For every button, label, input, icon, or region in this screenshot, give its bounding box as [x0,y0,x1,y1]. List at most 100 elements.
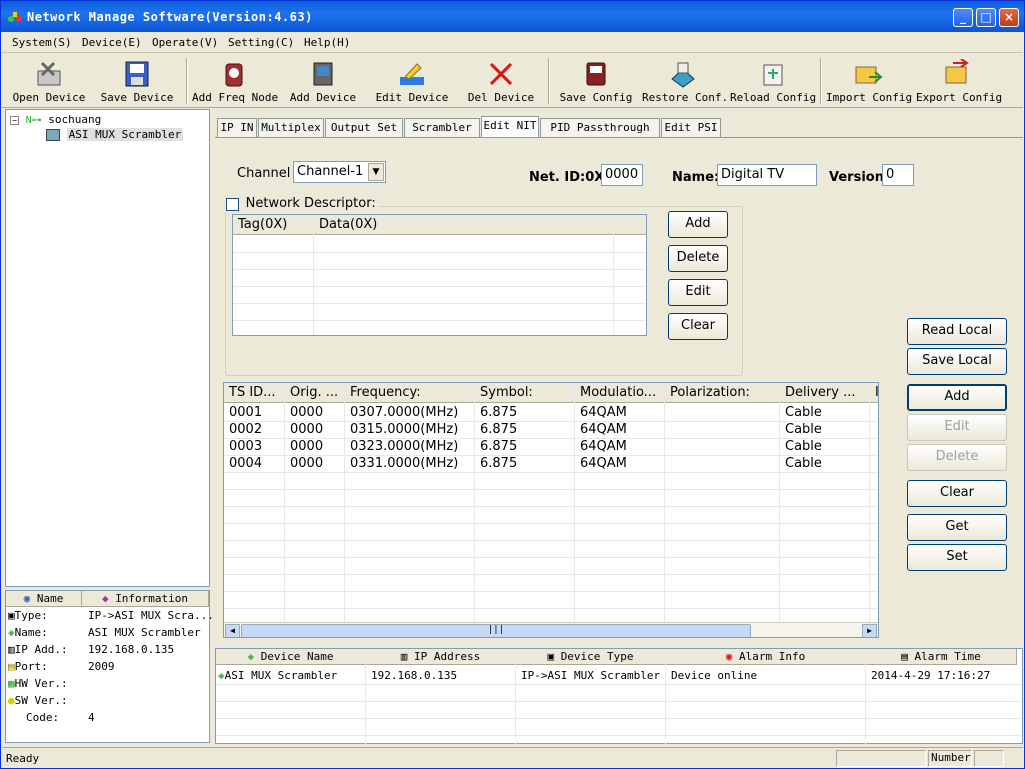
col-tag[interactable]: Tag(0X) [233,215,314,235]
col-extra[interactable]: I [870,383,878,403]
grid-line [665,649,666,745]
add-device-button[interactable]: Add Device [288,56,358,106]
export-config-icon [945,59,969,84]
grid-line [216,718,1022,719]
network-descriptor-legend: Network Descriptor: [223,196,379,211]
hardware-icon: ▦ [8,677,15,690]
collapse-icon[interactable]: − [10,115,19,125]
menu-device[interactable]: Device(E) [82,36,142,49]
info-row-name: ◈Name: ASI MUX Scrambler [8,626,201,639]
import-config-icon [855,66,883,84]
col-polarization[interactable]: Polarization: [665,383,780,403]
horizontal-scrollbar[interactable]: ◀ ||| ▶ [224,622,878,637]
info-row-port: ▤Port: 2009 [8,660,115,673]
tree-root-node[interactable]: − N⊶ sochuang [10,113,101,126]
tab-edit-nit[interactable]: Edit NIT [481,116,539,138]
col-delivery[interactable]: Delivery ... [780,383,870,403]
save-config-button[interactable]: Save Config [558,56,634,106]
restore-config-button[interactable]: Restore Conf. [642,56,728,106]
col-symbol[interactable]: Symbol: [475,383,575,403]
ts-grid[interactable]: TS ID... Orig. ... Frequency: Symbol: Mo… [223,382,879,638]
channel-select[interactable]: Channel-1 ▼ [293,161,386,183]
col-device-name[interactable]: ◈ Device Name [216,649,366,665]
menu-help[interactable]: Help(H) [304,36,350,49]
maximize-button[interactable]: □ [976,8,996,27]
grid-line [865,649,866,745]
port-icon: ▤ [8,660,15,673]
menu-operate[interactable]: Operate(V) [152,36,218,49]
info-header-information[interactable]: ◆ Information [82,591,209,607]
save-device-button[interactable]: Save Device [100,56,174,106]
del-device-button[interactable]: Del Device [464,56,538,106]
clear-button[interactable]: Clear [907,480,1007,507]
col-device-type[interactable]: ▣ Device Type [516,649,666,665]
alarm-list[interactable]: ◈ Device Name ▥ IP Address ▣ Device Type… [215,648,1023,745]
get-button[interactable]: Get [907,514,1007,541]
app-window: Network Manage Software(Version:4.63) _ … [0,0,1025,769]
col-orig[interactable]: Orig. ... [285,383,345,403]
col-ip-address[interactable]: ▥ IP Address [366,649,516,665]
edit-button[interactable]: Edit [907,414,1007,441]
tab-output-set[interactable]: Output Set [325,118,403,137]
scroll-thumb[interactable]: ||| [241,624,751,637]
scroll-right-icon[interactable]: ▶ [862,624,877,637]
col-data[interactable]: Data(0X) [314,215,614,235]
dropdown-arrow-icon[interactable]: ▼ [368,163,384,181]
close-button[interactable]: × [999,8,1019,27]
tab-multiplex[interactable]: Multiplex [258,118,324,137]
version-input[interactable]: 0 [882,164,914,186]
delete-button[interactable]: Delete [907,444,1007,471]
save-local-button[interactable]: Save Local [907,348,1007,375]
read-local-button[interactable]: Read Local [907,318,1007,345]
grid-line [224,591,878,592]
set-button[interactable]: Set [907,544,1007,571]
status-number-pane: Number [928,750,972,767]
scroll-left-icon[interactable]: ◀ [225,624,240,637]
edit-nit-panel: Channel Channel-1 ▼ Net. ID:0X 0000 Name… [215,137,1023,645]
toolbar-separator [820,58,822,104]
import-config-button[interactable]: Import Config [826,56,912,106]
reload-config-button[interactable]: Reload Config [730,56,816,106]
tree-device-node[interactable]: ASI MUX Scrambler [46,128,184,141]
grid-line [515,649,516,745]
export-config-button[interactable]: Export Config [916,56,1002,106]
name-input[interactable]: Digital TV [717,164,817,186]
descriptor-clear-button[interactable]: Clear [668,313,728,340]
network-icon: N⊶ [25,115,42,126]
edit-device-icon [400,63,424,85]
tab-scrambler[interactable]: Scrambler [404,118,480,137]
status-bar: Ready Number [2,747,1023,768]
col-modulation[interactable]: Modulatio... [575,383,665,403]
add-button[interactable]: Add [907,384,1007,411]
ip-icon: ▥ [8,643,15,656]
network-descriptor-checkbox[interactable] [226,197,239,211]
info-header-name[interactable]: ◉ Name [6,591,82,607]
add-freq-node-button[interactable]: Add Freq Node [192,56,278,106]
descriptor-grid[interactable]: Tag(0X) Data(0X) [232,214,647,336]
lightbulb-icon: ● [8,694,15,707]
grid-line [233,303,646,304]
info-icon: ◉ [23,592,31,605]
col-ts-id[interactable]: TS ID... [224,383,285,403]
tab-edit-psi[interactable]: Edit PSI [661,118,721,137]
col-blank [614,215,646,235]
descriptor-edit-button[interactable]: Edit [668,279,728,306]
grid-line [224,523,878,524]
descriptor-delete-button[interactable]: Delete [668,245,728,272]
col-alarm-info[interactable]: ◉ Alarm Info [666,649,866,665]
tab-ip-in[interactable]: IP IN [217,118,257,137]
title-bar[interactable]: Network Manage Software(Version:4.63) _ … [1,1,1024,32]
grid-line [224,557,878,558]
col-frequency[interactable]: Frequency: [345,383,475,403]
open-device-button[interactable]: Open Device [12,56,86,106]
menu-setting[interactable]: Setting(C) [228,36,294,49]
edit-device-button[interactable]: Edit Device [374,56,450,106]
col-alarm-time[interactable]: ▤ Alarm Time [866,649,1017,665]
open-device-icon [37,61,61,86]
main-panel: IP IN Multiplex Output Set Scrambler Edi… [215,109,1023,645]
minimize-button[interactable]: _ [953,8,973,27]
descriptor-add-button[interactable]: Add [668,211,728,238]
net-id-input[interactable]: 0000 [601,164,643,186]
menu-system[interactable]: System(S) [12,36,72,49]
tab-pid-passthrough[interactable]: PID Passthrough [540,118,660,137]
